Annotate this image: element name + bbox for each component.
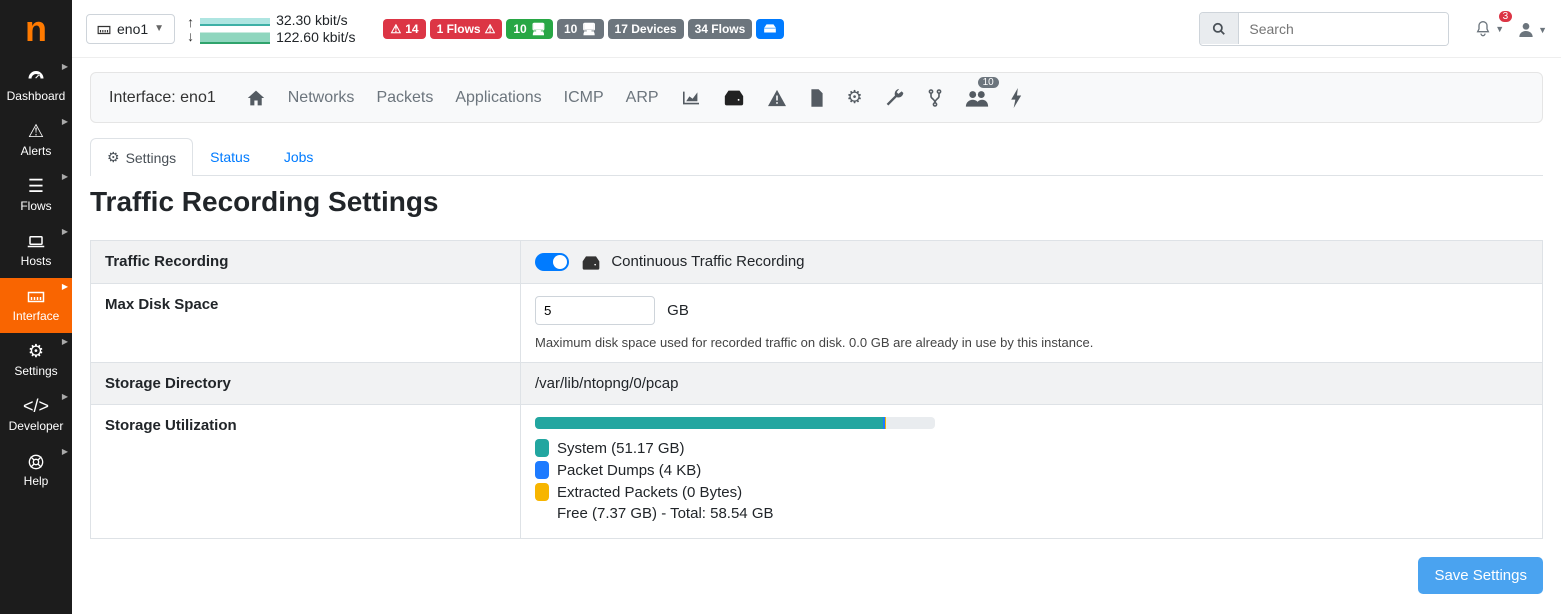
sidebar-item-dashboard[interactable]: ▶ Dashboard [0, 58, 72, 113]
traffic-recording-toggle[interactable] [535, 253, 569, 271]
users-icon[interactable]: 10 [965, 87, 989, 108]
save-settings-button[interactable]: Save Settings [1418, 557, 1543, 594]
legend-swatch-dumps [535, 461, 549, 479]
notification-count: 3 [1499, 11, 1513, 22]
search-button[interactable] [1200, 13, 1239, 44]
bolt-icon[interactable] [1011, 87, 1023, 108]
badge-hosts-gray[interactable]: 10 🖥 [557, 19, 604, 39]
badge-flows-alert[interactable]: 1 Flows ⚠ [430, 19, 503, 39]
sidebar-item-interface[interactable]: ▶ Interface [0, 278, 72, 333]
row-label-max-disk: Max Disk Space [91, 284, 521, 363]
unit-label: GB [667, 302, 689, 319]
storage-progress [535, 417, 935, 429]
badge-devices[interactable]: 17 Devices [608, 19, 684, 39]
topbar: eno1 ▼ ↑↓ 32.30 kbit/s 122.60 kbit/s ⚠ 1… [72, 0, 1561, 58]
row-label-traffic-recording: Traffic Recording [91, 241, 521, 284]
caret-down-icon: ▼ [154, 23, 164, 34]
badge-storage[interactable] [756, 19, 784, 39]
sidebar: n ▶ Dashboard ▶ ⚠ Alerts ▶ ☰ Flows ▶ Hos… [0, 0, 72, 614]
nav-applications[interactable]: Applications [455, 89, 541, 107]
interface-label: Interface: eno1 [109, 89, 216, 107]
sidebar-item-settings[interactable]: ▶ ⚙ Settings [0, 333, 72, 388]
code-fork-icon[interactable] [927, 87, 943, 108]
logo: n [0, 0, 72, 58]
max-disk-help: Maximum disk space used for recorded tra… [535, 335, 1528, 350]
gear-icon[interactable]: ⚙ [847, 87, 863, 108]
legend-free-total: Free (7.37 GB) - Total: 58.54 GB [557, 505, 774, 522]
tab-status[interactable]: Status [193, 137, 267, 175]
legend-dumps: Packet Dumps (4 KB) [557, 462, 701, 479]
interface-subnav: Interface: eno1 Networks Packets Applica… [90, 72, 1543, 123]
search-box [1199, 12, 1449, 46]
ethernet-icon [97, 21, 111, 37]
hdd-icon [581, 254, 601, 271]
nav-packets[interactable]: Packets [376, 89, 433, 107]
legend-extracted: Extracted Packets (0 Bytes) [557, 484, 742, 501]
sidebar-item-alerts[interactable]: ▶ ⚠ Alerts [0, 113, 72, 168]
tab-settings[interactable]: ⚙ Settings [90, 138, 193, 176]
home-icon[interactable] [246, 87, 266, 108]
nav-icmp[interactable]: ICMP [564, 89, 604, 107]
row-label-storage-util: Storage Utilization [91, 405, 521, 539]
search-input[interactable] [1239, 13, 1448, 45]
upload-rate: 32.30 kbit/s [276, 12, 355, 29]
max-disk-input[interactable] [535, 296, 655, 325]
sidebar-item-hosts[interactable]: ▶ Hosts [0, 223, 72, 278]
sidebar-item-developer[interactable]: ▶ </> Developer [0, 388, 72, 443]
page-title: Traffic Recording Settings [90, 186, 1543, 218]
badge-alerts[interactable]: ⚠ 14 [383, 19, 425, 39]
tabs: ⚙ Settings Status Jobs [90, 137, 1543, 176]
user-menu[interactable]: ▼ [1518, 20, 1547, 37]
nav-arp[interactable]: ARP [626, 89, 659, 107]
gear-icon: ⚙ [107, 149, 120, 166]
traffic-recording-desc: Continuous Traffic Recording [611, 253, 804, 270]
nav-networks[interactable]: Networks [288, 89, 355, 107]
legend-swatch-system [535, 439, 549, 457]
interface-selector[interactable]: eno1 ▼ [86, 14, 175, 44]
badge-flows[interactable]: 34 Flows [688, 19, 753, 39]
wrench-icon[interactable] [885, 87, 905, 108]
row-label-storage-dir: Storage Directory [91, 363, 521, 405]
download-rate: 122.60 kbit/s [276, 29, 355, 46]
badge-hosts-green[interactable]: 10 🖥 [506, 19, 553, 39]
warning-icon[interactable] [767, 87, 787, 108]
notifications-button[interactable]: 3 ▼ [1475, 19, 1504, 37]
sidebar-item-flows[interactable]: ▶ ☰ Flows [0, 168, 72, 223]
file-icon[interactable] [809, 87, 825, 108]
chart-area-icon[interactable] [681, 87, 701, 108]
traffic-sparkline: ↑↓ 32.30 kbit/s 122.60 kbit/s [187, 12, 355, 46]
sidebar-item-help[interactable]: ▶ Help [0, 443, 72, 498]
tab-jobs[interactable]: Jobs [267, 137, 331, 175]
storage-dir-value: /var/lib/ntopng/0/pcap [521, 363, 1543, 405]
legend-system: System (51.17 GB) [557, 440, 685, 457]
status-badges: ⚠ 14 1 Flows ⚠ 10 🖥 10 🖥 17 Devices 34 F… [383, 19, 784, 39]
settings-table: Traffic Recording Continuous Traffic Rec… [90, 240, 1543, 539]
legend-swatch-extracted [535, 483, 549, 501]
hdd-icon[interactable] [723, 87, 745, 108]
